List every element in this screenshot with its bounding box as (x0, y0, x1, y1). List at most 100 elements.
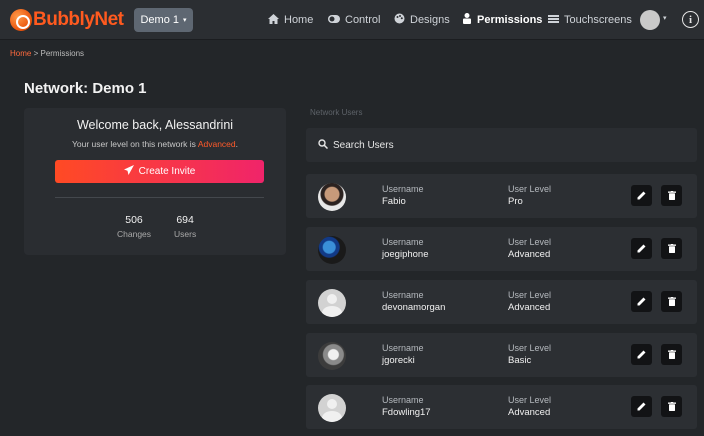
breadcrumb-current: Permissions (40, 49, 85, 58)
nav-touchscreens[interactable]: Touchscreens (548, 12, 632, 28)
nav-permissions[interactable]: Permissions (462, 12, 542, 28)
default-avatar-icon (318, 394, 346, 422)
chevron-down-icon: ▾ (183, 17, 187, 24)
network-users-header: Network Users (310, 108, 363, 117)
edit-user-button[interactable] (631, 344, 652, 365)
user-row: Username joegiphone User Level Advanced (306, 227, 697, 271)
stat-users-value: 694 (176, 214, 194, 226)
touchscreen-icon (548, 14, 559, 26)
user-avatar (318, 183, 346, 211)
card-divider (55, 197, 264, 198)
user-level-value: Basic (508, 355, 532, 366)
breadcrumb: Home > Permissions (10, 49, 84, 58)
username-label: Username (382, 395, 424, 405)
brand-name: BubblyNet (33, 9, 124, 30)
user-avatar (318, 236, 346, 264)
welcome-title: Welcome back, Alessandrini (76, 118, 234, 132)
page-title: Network: Demo 1 (24, 80, 147, 97)
welcome-card: Welcome back, Alessandrini Your user lev… (24, 108, 286, 255)
trash-icon (667, 350, 676, 359)
trash-icon (667, 297, 676, 306)
user-level-value: Advanced (508, 407, 551, 418)
toggle-icon (328, 14, 340, 26)
user-level-suffix: . (235, 139, 239, 149)
pencil-icon (637, 350, 646, 359)
network-selector-label: Demo 1 (140, 14, 179, 26)
nav-designs[interactable]: Designs (394, 12, 450, 28)
user-row: Username Fdowling17 User Level Advanced (306, 385, 697, 429)
stat-users: 694 Users (174, 214, 196, 239)
user-level-value: Advanced (508, 302, 551, 313)
nav-control-label: Control (345, 14, 381, 26)
nav-home-label: Home (284, 14, 314, 26)
user-row: Username jgorecki User Level Basic (306, 333, 697, 377)
edit-user-button[interactable] (631, 291, 652, 312)
top-navbar: BubblyNet Demo 1 ▾ Home Control Designs … (0, 0, 704, 40)
brand-logo[interactable]: BubblyNet (10, 7, 124, 33)
trash-icon (667, 244, 676, 253)
user-level-value: Advanced (508, 249, 551, 260)
breadcrumb-home[interactable]: Home (10, 49, 31, 58)
user-row: Username devonamorgan User Level Advance… (306, 280, 697, 324)
user-level-value: Pro (508, 196, 523, 207)
user-row: Username Fabio User Level Pro (306, 174, 697, 218)
stat-changes-value: 506 (125, 214, 143, 226)
nav-touchscreens-label: Touchscreens (564, 14, 632, 26)
username-value: jgorecki (382, 355, 415, 366)
pencil-icon (637, 191, 646, 200)
user-level-value: Advanced (197, 139, 236, 149)
chevron-down-icon[interactable]: ▾ (663, 14, 667, 22)
palette-icon (394, 13, 405, 27)
delete-user-button[interactable] (661, 396, 682, 417)
user-level-label: User Level (508, 343, 552, 353)
nav-designs-label: Designs (410, 14, 450, 26)
user-avatar (318, 342, 346, 370)
stat-changes-label: Changes (117, 229, 152, 239)
username-value: Fdowling17 (382, 407, 431, 418)
stat-changes: 506 Changes (117, 214, 151, 239)
info-glyph: i (688, 13, 693, 26)
pencil-icon (637, 297, 646, 306)
user-level-label: User Level (508, 184, 552, 194)
delete-user-button[interactable] (661, 238, 682, 259)
delete-user-button[interactable] (661, 344, 682, 365)
trash-icon (667, 402, 676, 411)
search-icon (318, 138, 329, 152)
username-value: devonamorgan (382, 302, 446, 313)
delete-user-button[interactable] (661, 185, 682, 206)
default-avatar-icon (318, 289, 346, 317)
create-invite-button[interactable]: Create Invite (55, 160, 264, 183)
edit-user-button[interactable] (631, 238, 652, 259)
user-level-prefix: Your user level on this network is (71, 139, 198, 149)
info-icon[interactable]: i (682, 11, 699, 28)
user-avatar-menu[interactable] (640, 10, 660, 30)
delete-user-button[interactable] (661, 291, 682, 312)
pencil-icon (637, 244, 646, 253)
nav-home[interactable]: Home (268, 12, 313, 28)
username-label: Username (382, 237, 424, 247)
trash-icon (667, 191, 676, 200)
user-level-label: User Level (508, 237, 552, 247)
username-label: Username (382, 343, 424, 353)
edit-user-button[interactable] (631, 185, 652, 206)
edit-user-button[interactable] (631, 396, 652, 417)
create-invite-label: Create Invite (138, 166, 196, 177)
user-level-text: Your user level on this network is Advan… (24, 139, 286, 149)
username-value: joegiphone (382, 249, 429, 260)
network-selector[interactable]: Demo 1 ▾ (134, 8, 193, 32)
home-icon (268, 13, 279, 27)
user-level-label: User Level (508, 290, 552, 300)
stat-users-label: Users (174, 229, 197, 239)
nav-control[interactable]: Control (328, 12, 380, 28)
paper-plane-icon (123, 165, 134, 178)
user-shield-icon (462, 13, 472, 27)
username-label: Username (382, 290, 424, 300)
pencil-icon (637, 402, 646, 411)
nav-permissions-label: Permissions (477, 14, 543, 26)
username-label: Username (382, 184, 424, 194)
breadcrumb-separator: > (33, 49, 39, 58)
bubblynet-logo-icon (10, 9, 32, 31)
search-users-input[interactable]: Search Users (306, 128, 697, 162)
username-value: Fabio (382, 196, 406, 207)
search-placeholder: Search Users (333, 139, 394, 151)
